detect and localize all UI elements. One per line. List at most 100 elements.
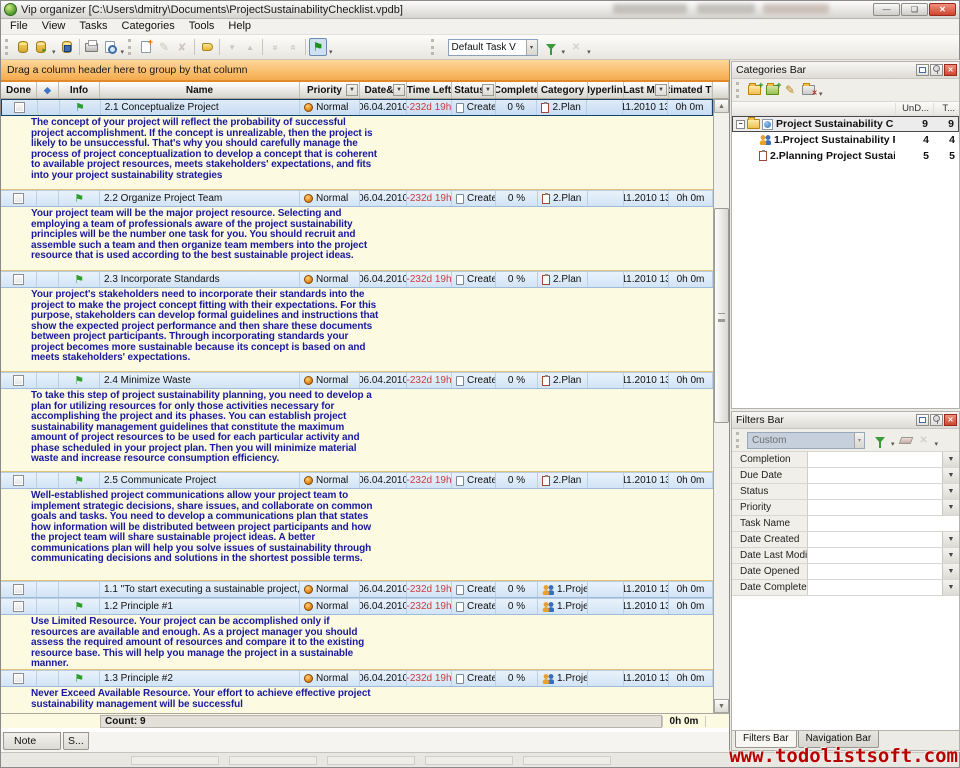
menu-view[interactable]: View: [35, 19, 73, 34]
scrollbar-thumb[interactable]: [714, 208, 729, 423]
task-note-preview[interactable]: Your project team will be the major proj…: [1, 207, 713, 271]
filter-dropdown-button[interactable]: ▼: [942, 484, 959, 499]
open-dropdown-icon[interactable]: ▾: [52, 48, 56, 59]
save-database-icon[interactable]: [58, 38, 76, 56]
menu-categories[interactable]: Categories: [115, 19, 182, 34]
filter-dropdown-button[interactable]: ▼: [942, 500, 959, 515]
scroll-down-icon[interactable]: ▼: [714, 699, 729, 713]
scroll-up-icon[interactable]: ▲: [714, 99, 729, 113]
column-last-modified[interactable]: Last Mo▼: [624, 82, 669, 98]
tab-note[interactable]: Note: [3, 732, 61, 750]
done-checkbox[interactable]: [13, 673, 24, 684]
maximize-button[interactable]: ❏: [901, 3, 928, 16]
filter-value[interactable]: [808, 580, 942, 595]
minimize-button[interactable]: —: [873, 3, 900, 16]
panel-pin-icon[interactable]: [930, 414, 943, 426]
done-checkbox[interactable]: [13, 601, 24, 612]
flag-dropdown-icon[interactable]: ▾: [329, 48, 333, 59]
task-row[interactable]: ⚑ 1.2 Principle #1 Normal 06.04.2010 -23…: [1, 598, 713, 615]
done-checkbox[interactable]: [13, 475, 24, 486]
filter-value[interactable]: [808, 516, 959, 531]
task-note-preview[interactable]: The concept of your project will reflect…: [1, 116, 713, 190]
filter-dropdown-icon[interactable]: ▾: [891, 440, 895, 451]
panel-close-icon[interactable]: ✕: [944, 414, 957, 426]
date-filter-button[interactable]: ▼: [393, 84, 405, 96]
task-note-preview[interactable]: Well-established project communications …: [1, 489, 713, 581]
last-modified-filter-button[interactable]: ▼: [655, 84, 667, 96]
task-view-combo[interactable]: Default Task V ▾: [448, 39, 538, 56]
menu-file[interactable]: File: [3, 19, 35, 34]
status-filter-button[interactable]: ▼: [482, 84, 494, 96]
priority-filter-button[interactable]: ▼: [346, 84, 358, 96]
panel-float-icon[interactable]: [916, 414, 929, 426]
clear-filter-icon[interactable]: [897, 431, 915, 449]
task-row[interactable]: ⚑ 2.5 Communicate Project Normal 06.04.2…: [1, 472, 713, 489]
filter-dropdown-button[interactable]: ▼: [942, 580, 959, 595]
column-category[interactable]: Category: [538, 82, 588, 98]
filter-value[interactable]: [808, 500, 942, 515]
column-status[interactable]: Status▼: [452, 82, 496, 98]
task-row[interactable]: ⚑ 2.2 Organize Project Team Normal 06.04…: [1, 190, 713, 207]
combo-spinner-icon[interactable]: ▾: [854, 433, 864, 448]
apply-filter-icon[interactable]: [871, 431, 889, 449]
task-row[interactable]: 1.1 "To start executing a sustainable pr…: [1, 581, 713, 598]
category-item[interactable]: 2.Planning Project Sustainabil 5 5: [732, 148, 959, 164]
edit-category-icon[interactable]: ✎: [781, 81, 799, 99]
category-root-item[interactable]: − Project Sustainability Checklist 9 9: [732, 116, 959, 132]
menu-tasks[interactable]: Tasks: [72, 19, 114, 34]
filter-dropdown-button[interactable]: ▼: [942, 564, 959, 579]
delete-task-icon[interactable]: ✘: [173, 38, 191, 56]
notes-icon[interactable]: [198, 38, 216, 56]
column-estimated-time[interactable]: timated Ti: [669, 82, 713, 98]
view-dropdown-icon[interactable]: ▾: [562, 48, 566, 59]
filter-value[interactable]: [808, 532, 942, 547]
done-checkbox[interactable]: [13, 375, 24, 386]
task-row[interactable]: ⚑ 2.4 Minimize Waste Normal 06.04.2010 -…: [1, 372, 713, 389]
task-row[interactable]: ⚑ 2.1 Conceptualize Project Normal 06.04…: [1, 99, 713, 116]
column-priority-icon[interactable]: ◆: [37, 82, 59, 98]
close-button[interactable]: ✕: [929, 3, 956, 16]
filter-dropdown-button[interactable]: ▼: [942, 548, 959, 563]
column-time-left[interactable]: Time Left: [407, 82, 452, 98]
combo-spinner-icon[interactable]: ▾: [526, 40, 537, 55]
filter-value[interactable]: [808, 452, 942, 467]
delete-category-icon[interactable]: [799, 81, 817, 99]
new-database-icon[interactable]: [14, 38, 32, 56]
move-down-icon[interactable]: ▼: [223, 38, 241, 56]
filter-dropdown-button[interactable]: ▼: [942, 532, 959, 547]
menu-help[interactable]: Help: [221, 19, 258, 34]
filter-value[interactable]: [808, 564, 942, 579]
column-complete[interactable]: Complete: [496, 82, 538, 98]
collapse-icon[interactable]: −: [736, 120, 745, 129]
print-preview-icon[interactable]: [101, 38, 119, 56]
task-row[interactable]: ⚑ 2.3 Incorporate Standards Normal 06.04…: [1, 271, 713, 288]
column-total[interactable]: T...: [933, 103, 959, 114]
edit-task-icon[interactable]: ✎: [155, 38, 173, 56]
toolbar-overflow-icon[interactable]: ▾: [121, 48, 125, 59]
column-name[interactable]: Name: [100, 82, 300, 98]
filter-dropdown-button[interactable]: ▼: [942, 468, 959, 483]
new-category-icon[interactable]: [745, 81, 763, 99]
task-row[interactable]: ⚑ 1.3 Principle #2 Normal 06.04.2010 -23…: [1, 670, 713, 687]
print-icon[interactable]: [83, 38, 101, 56]
toolbar-overflow-icon[interactable]: ▾: [935, 440, 939, 451]
toolbar-overflow-icon[interactable]: ▾: [587, 48, 591, 59]
highlight-flag-icon[interactable]: ⚑: [309, 38, 327, 56]
scrollbar-track[interactable]: [714, 113, 729, 699]
filter-value[interactable]: [808, 484, 942, 499]
column-done[interactable]: Done: [1, 82, 37, 98]
task-note-preview[interactable]: To take this step of project sustainabil…: [1, 389, 713, 472]
move-up-icon[interactable]: ▲: [241, 38, 259, 56]
new-subcategory-icon[interactable]: [763, 81, 781, 99]
column-undone[interactable]: UnD...: [895, 103, 933, 114]
column-info[interactable]: Info: [59, 82, 100, 98]
task-note-preview[interactable]: Never Exceed Available Resource. Your ef…: [1, 687, 713, 713]
toolbar-overflow-icon[interactable]: ▾: [819, 90, 823, 101]
filter-value[interactable]: [808, 548, 942, 563]
panel-close-icon[interactable]: ✕: [944, 64, 957, 76]
clear-view-icon[interactable]: ✕: [567, 38, 585, 56]
column-priority[interactable]: Priority▼: [300, 82, 360, 98]
panel-float-icon[interactable]: [916, 64, 929, 76]
task-note-preview[interactable]: Use Limited Resource. Your project can b…: [1, 615, 713, 670]
group-by-band[interactable]: Drag a column header here to group by th…: [1, 60, 729, 82]
